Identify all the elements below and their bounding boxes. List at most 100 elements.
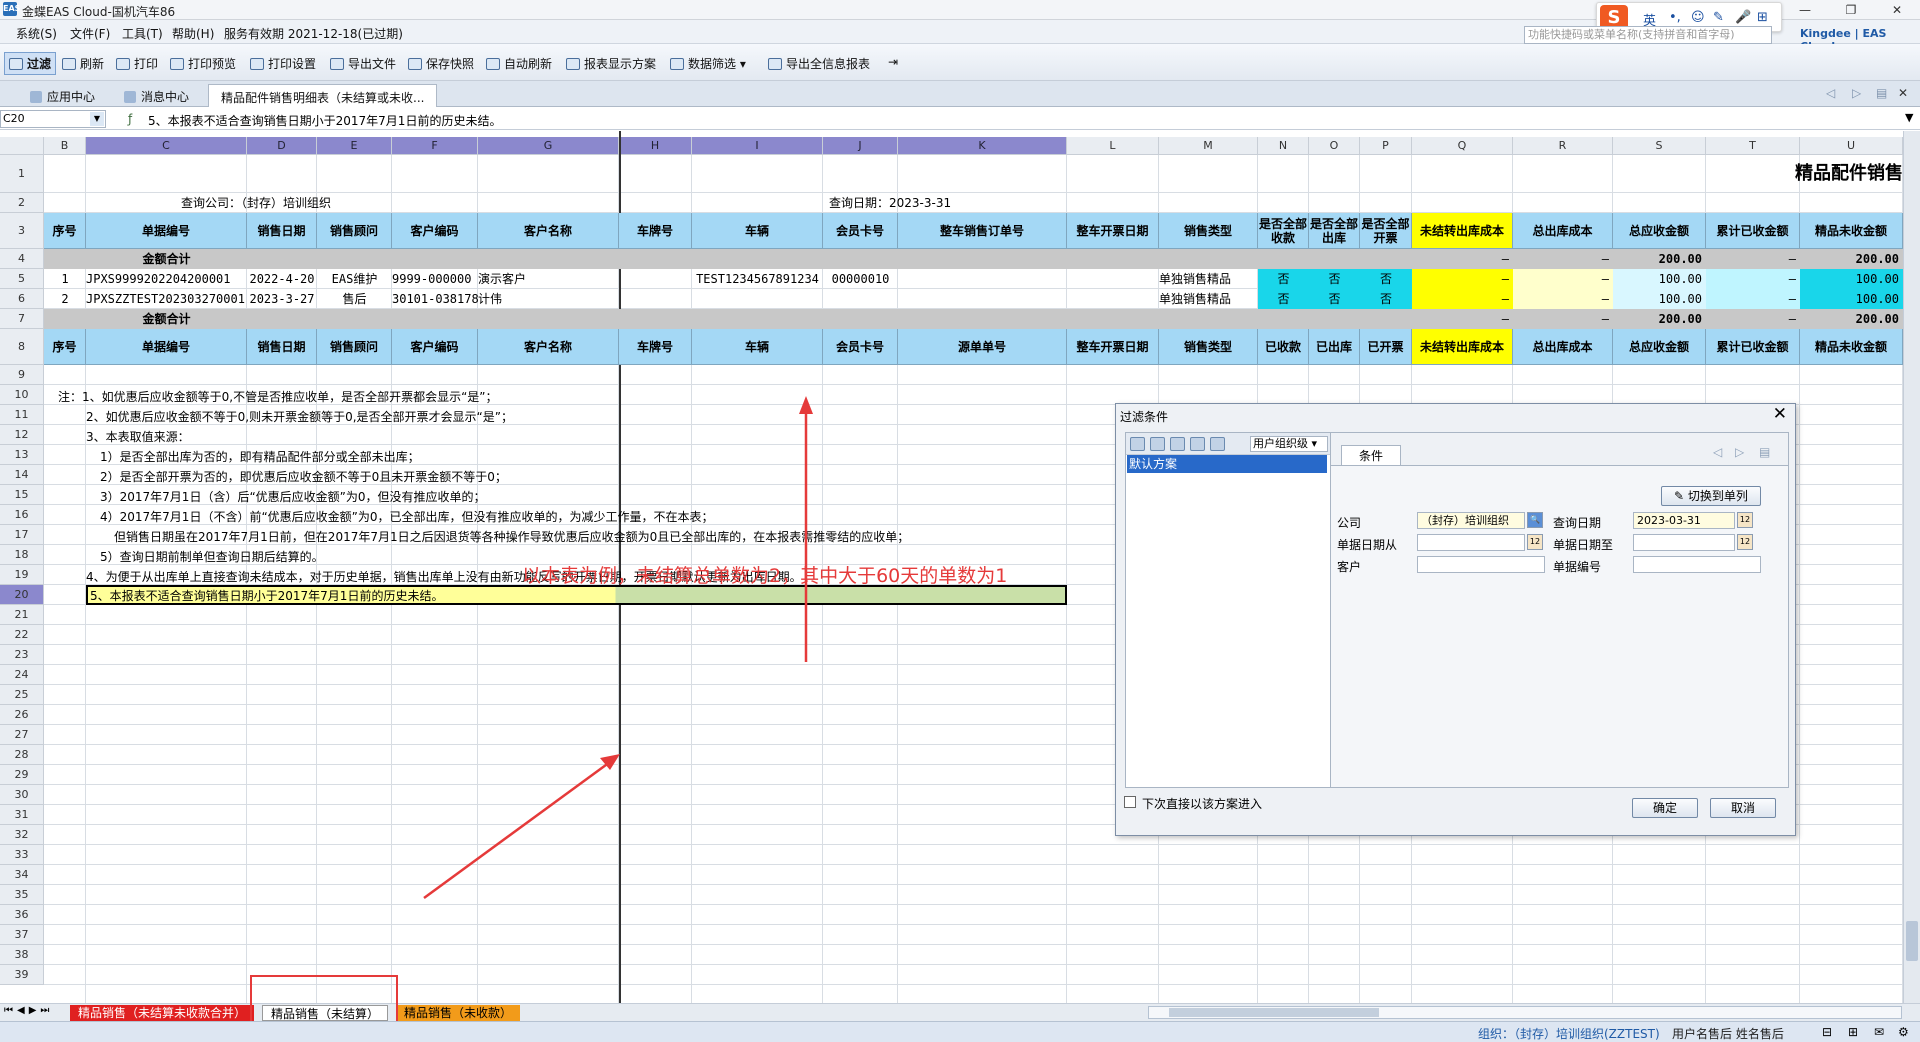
- row-header-13[interactable]: 13: [0, 445, 44, 465]
- row-name[interactable]: 演示客户: [478, 269, 619, 289]
- row-unsettled-cost[interactable]: —: [1412, 269, 1513, 289]
- new-icon[interactable]: [1130, 437, 1145, 451]
- row-header-3[interactable]: 3: [0, 213, 44, 249]
- row-code[interactable]: 30101-038178: [392, 289, 478, 309]
- header-cell[interactable]: 销售类型: [1159, 329, 1258, 365]
- row-no[interactable]: 1: [44, 269, 86, 289]
- ime-pen-icon[interactable]: ✎: [1713, 10, 1724, 25]
- export-all-button[interactable]: 导出全信息报表: [768, 55, 870, 72]
- direct-enter-checkbox[interactable]: [1124, 796, 1136, 808]
- query-date[interactable]: 查询日期：2023-3-31: [823, 193, 1067, 213]
- column-header-I[interactable]: I: [692, 137, 823, 155]
- tab-next-icon[interactable]: ▷: [1852, 86, 1861, 100]
- switch-single-column-button[interactable]: ✎ 切换到单列: [1661, 486, 1761, 506]
- column-header-P[interactable]: P: [1360, 137, 1412, 155]
- row-all-outbound[interactable]: 否: [1309, 289, 1360, 309]
- org-level-select[interactable]: 用户组织级 ▾: [1250, 436, 1328, 452]
- row-header-25[interactable]: 25: [0, 685, 44, 705]
- tab-prev-icon[interactable]: ◁: [1826, 86, 1835, 100]
- header-cell[interactable]: 客户名称: [478, 329, 619, 365]
- row-header-14[interactable]: 14: [0, 465, 44, 485]
- function-search-input[interactable]: 功能快捷码或菜单名称(支持拼音和首字母): [1524, 26, 1772, 44]
- total-cell[interactable]: [823, 249, 898, 269]
- header-cell[interactable]: 销售顾问: [317, 329, 392, 365]
- cell-name-box[interactable]: C20 ▼: [0, 110, 106, 128]
- row-header-20[interactable]: 20: [0, 585, 44, 605]
- row-received[interactable]: —: [1706, 269, 1800, 289]
- row-vehicle[interactable]: [692, 289, 823, 309]
- header-cell[interactable]: 总应收金额: [1613, 213, 1706, 249]
- total-s[interactable]: 200.00: [1613, 249, 1706, 269]
- column-header-J[interactable]: J: [823, 137, 898, 155]
- row-type[interactable]: 单独销售精品: [1159, 269, 1258, 289]
- row-header-24[interactable]: 24: [0, 665, 44, 685]
- menu-file[interactable]: 文件(F): [70, 25, 110, 42]
- note-line[interactable]: 1）是否全部出库为否的，即有精品配件部分或全部未出库；: [100, 448, 420, 465]
- row-all-invoiced[interactable]: 否: [1360, 269, 1412, 289]
- row-header-36[interactable]: 36: [0, 905, 44, 925]
- row-header-26[interactable]: 26: [0, 705, 44, 725]
- total-u[interactable]: 200.00: [1800, 309, 1903, 329]
- formula-expand-icon[interactable]: ▼: [1905, 111, 1913, 124]
- header-cell[interactable]: 精品未收金额: [1800, 213, 1903, 249]
- total-cell[interactable]: [317, 309, 392, 329]
- total-cell[interactable]: [1309, 309, 1360, 329]
- display-scheme-button[interactable]: 报表显示方案: [566, 55, 656, 72]
- column-header-M[interactable]: M: [1159, 137, 1258, 155]
- row-all-invoiced[interactable]: 否: [1360, 289, 1412, 309]
- row-unreceived[interactable]: 100.00: [1800, 269, 1903, 289]
- scheme-item-default[interactable]: 默认方案: [1127, 455, 1327, 473]
- row-header-22[interactable]: 22: [0, 625, 44, 645]
- horizontal-scrollbar[interactable]: [1148, 1006, 1902, 1019]
- column-header-T[interactable]: T: [1706, 137, 1800, 155]
- ime-mic-icon[interactable]: 🎤: [1735, 10, 1751, 25]
- menu-help[interactable]: 帮助(H): [172, 25, 214, 42]
- header-cell[interactable]: 车辆: [692, 213, 823, 249]
- total-cell[interactable]: [392, 309, 478, 329]
- row-vehicle[interactable]: TEST1234567891234: [692, 269, 823, 289]
- tab-close-icon[interactable]: ✕: [1898, 86, 1908, 100]
- column-header-G[interactable]: G: [478, 137, 619, 155]
- menu-system[interactable]: 系统(S): [16, 25, 57, 42]
- total-cell[interactable]: [1360, 309, 1412, 329]
- header-cell[interactable]: 车牌号: [619, 213, 692, 249]
- company-field[interactable]: （封存）培训组织: [1417, 512, 1525, 529]
- total-cell[interactable]: [317, 249, 392, 269]
- selected-note-cell[interactable]: 5、本报表不适合查询销售日期小于2017年7月1日前的历史未结。: [86, 585, 1067, 605]
- header-cell[interactable]: 已出库: [1309, 329, 1360, 365]
- column-header-Q[interactable]: Q: [1412, 137, 1513, 155]
- total-cell[interactable]: [44, 249, 86, 269]
- row-unreceived[interactable]: 100.00: [1800, 289, 1903, 309]
- row-header-27[interactable]: 27: [0, 725, 44, 745]
- header-cell[interactable]: 已开票: [1360, 329, 1412, 365]
- query-company[interactable]: 查询公司：（封存）培训组织: [86, 193, 478, 213]
- row-card[interactable]: 00000010: [823, 269, 898, 289]
- total-cell[interactable]: [692, 249, 823, 269]
- header-cell[interactable]: 销售顾问: [317, 213, 392, 249]
- header-cell[interactable]: 已收款: [1258, 329, 1309, 365]
- maximize-button[interactable]: ❐: [1828, 0, 1874, 20]
- row-outbound-cost[interactable]: —: [1513, 289, 1613, 309]
- total-cell[interactable]: [247, 309, 317, 329]
- hscroll-thumb[interactable]: [1169, 1008, 1379, 1017]
- row-header-30[interactable]: 30: [0, 785, 44, 805]
- row-header-32[interactable]: 32: [0, 825, 44, 845]
- total-cell[interactable]: [1309, 249, 1360, 269]
- calendar-icon[interactable]: 12: [1737, 512, 1753, 528]
- row-header-15[interactable]: 15: [0, 485, 44, 505]
- ime-emoji-icon[interactable]: ☺: [1691, 10, 1705, 25]
- cancel-button[interactable]: 取消: [1710, 798, 1776, 818]
- tab-message-center[interactable]: 消息中心: [112, 84, 201, 107]
- total-t[interactable]: —: [1706, 249, 1800, 269]
- prev-icon[interactable]: ◁: [1713, 445, 1722, 459]
- print-preview-button[interactable]: 打印预览: [170, 55, 236, 72]
- header-cell[interactable]: 序号: [44, 329, 86, 365]
- header-cell[interactable]: 总出库成本: [1513, 213, 1613, 249]
- date-from-field[interactable]: [1417, 534, 1525, 551]
- status-icon-4[interactable]: ⚙: [1898, 1025, 1909, 1039]
- total-cell[interactable]: [619, 249, 692, 269]
- column-header-B[interactable]: B: [44, 137, 86, 155]
- row-header-10[interactable]: 10: [0, 385, 44, 405]
- filter-button[interactable]: 过滤: [4, 52, 57, 75]
- row-type[interactable]: 单独销售精品: [1159, 289, 1258, 309]
